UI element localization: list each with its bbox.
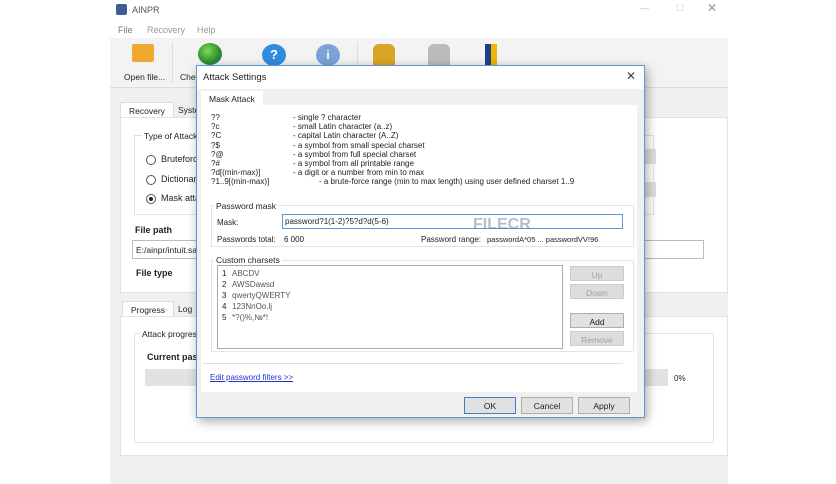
legend-desc: - a brute-force range (min to max length… (319, 177, 575, 187)
maximize-button[interactable]: ☐ (676, 3, 684, 14)
type-of-attack-label: Type of Attack (142, 131, 200, 141)
charset-value: AWSDawsd (232, 280, 275, 289)
legend-row: ?# - a symbol from all printable range (211, 159, 631, 168)
password-mask-label: Password mask (214, 201, 278, 211)
legend-row: ?? - single ? character (211, 113, 631, 122)
legend-row: ?1..9[(min-max)] - a brute-force range (m… (211, 177, 631, 186)
add-button[interactable]: Add (570, 313, 624, 328)
menu-bar: File Recovery Help (110, 20, 728, 38)
remove-button[interactable]: Remove (570, 331, 624, 346)
open-folder-icon (132, 44, 154, 62)
legend-code: ?? (211, 113, 220, 122)
legend-desc: - capital Latin character (A..Z) (293, 131, 399, 141)
globe-icon (198, 43, 222, 65)
attack-settings-dialog: Attack Settings ✕ Mask Attack ?? - single… (196, 65, 645, 418)
charset-number: 2 (222, 280, 227, 289)
legend-code: ?1..9[(min-max)] (211, 177, 270, 187)
dialog-close-button[interactable]: ✕ (626, 69, 636, 83)
open-file-button[interactable]: Open file... (118, 38, 170, 88)
app-title: AINPR (132, 5, 160, 15)
charset-value: *?()%,№*! (232, 313, 269, 322)
password-range-label: Password range: (421, 235, 482, 244)
legend-row: ?c - small Latin character (a..z) (211, 122, 631, 131)
charset-number: 4 (222, 302, 227, 311)
app-logo-icon (116, 4, 127, 15)
charset-value: ABCDV (232, 269, 260, 278)
legend-desc: - a symbol from small special charset (293, 140, 425, 150)
charset-item[interactable]: 5 *?()%,№*! (222, 312, 558, 323)
charset-list[interactable]: 1 ABCDV 2 AWSDawsd 3 qwertyQWERTY 4 123NnOo.lj 5… (217, 265, 563, 349)
radio-icon (146, 154, 156, 165)
current-password-label: Current pass (147, 352, 203, 362)
passwords-total-label: Passwords total: (217, 235, 276, 244)
radio-dictionary[interactable]: Dictionary (146, 174, 201, 185)
menu-help[interactable]: Help (197, 25, 216, 35)
legend-row: ?d[(min-max)] - a digit or a number from … (211, 168, 631, 177)
attack-progress-label: Attack progress (140, 329, 204, 339)
file-path-label: File path (135, 225, 173, 235)
legend-row: ?@ - a symbol from full special charset (211, 150, 631, 159)
tab-log[interactable]: Log (178, 304, 192, 314)
file-type-label: File type (136, 268, 173, 278)
mask-label: Mask: (217, 218, 239, 227)
charset-number: 5 (222, 313, 227, 322)
legend-row: ?C - capital Latin character (A..Z) (211, 131, 631, 140)
password-range-value: passwordA*05 ... passwordVV!96 (487, 235, 599, 244)
menu-recovery[interactable]: Recovery (147, 25, 185, 35)
charset-number: 1 (222, 269, 227, 278)
edit-password-filters-link[interactable]: Edit password filters >> (210, 373, 293, 382)
legend-desc: - a digit or a number from min to max (293, 168, 425, 178)
charset-number: 3 (222, 291, 227, 300)
legend-code: ?$ (211, 140, 220, 150)
menu-file[interactable]: File (118, 25, 133, 35)
help-icon[interactable]: ? (262, 44, 286, 66)
mask-legend: ?? - single ? character ?c - small Latin ch… (211, 113, 631, 187)
minimize-button[interactable]: — (640, 3, 649, 13)
radio-icon (146, 193, 156, 204)
radio-icon (146, 174, 156, 185)
apply-button[interactable]: Apply (578, 397, 630, 414)
divider (203, 363, 623, 364)
legend-desc: - a symbol from full special charset (293, 149, 417, 159)
legend-desc: - small Latin character (a..z) (293, 122, 393, 132)
custom-charsets-label: Custom charsets (214, 255, 282, 265)
charset-item[interactable]: 4 123NnOo.lj (222, 301, 558, 312)
dialog-title-bar: Attack Settings ✕ (197, 66, 644, 89)
legend-code: ?d[(min-max)] (211, 168, 261, 178)
radio-bruteforce[interactable]: Bruteforce (146, 154, 203, 165)
charset-item[interactable]: 2 AWSDawsd (222, 279, 558, 290)
charset-item[interactable]: 3 qwertyQWERTY (222, 290, 558, 301)
legend-code: ?c (211, 122, 220, 132)
legend-code: ?@ (211, 149, 224, 159)
ok-button[interactable]: OK (464, 397, 516, 414)
legend-desc: - single ? character (293, 113, 362, 122)
dialog-title: Attack Settings (203, 72, 267, 83)
progress-percent: 0% (674, 374, 686, 383)
charset-value: 123NnOo.lj (232, 302, 273, 311)
filecr-watermark: FILECR (473, 216, 531, 233)
cancel-button[interactable]: Cancel (521, 397, 573, 414)
passwords-total-value: 6 000 (284, 235, 305, 244)
charset-value: qwertyQWERTY (232, 291, 291, 300)
radio-label: Dictionary (161, 174, 202, 184)
mask-input[interactable]: password?1(1-2)?5?d?d(5-6) (282, 214, 623, 229)
up-button[interactable]: Up (570, 266, 624, 281)
legend-desc: - a symbol from all printable range (293, 158, 414, 168)
charset-item[interactable]: 1 ABCDV (222, 268, 558, 279)
open-file-label: Open file... (124, 72, 166, 82)
separator (172, 42, 173, 84)
legend-row: ?$ - a symbol from small special charset (211, 141, 631, 150)
close-button[interactable]: ✕ (707, 1, 717, 15)
down-button[interactable]: Down (570, 284, 624, 299)
info-icon[interactable]: i (316, 44, 340, 66)
title-bar: AINPR — ☐ ✕ (110, 0, 728, 20)
legend-code: ?# (211, 158, 220, 168)
legend-code: ?C (211, 131, 222, 141)
